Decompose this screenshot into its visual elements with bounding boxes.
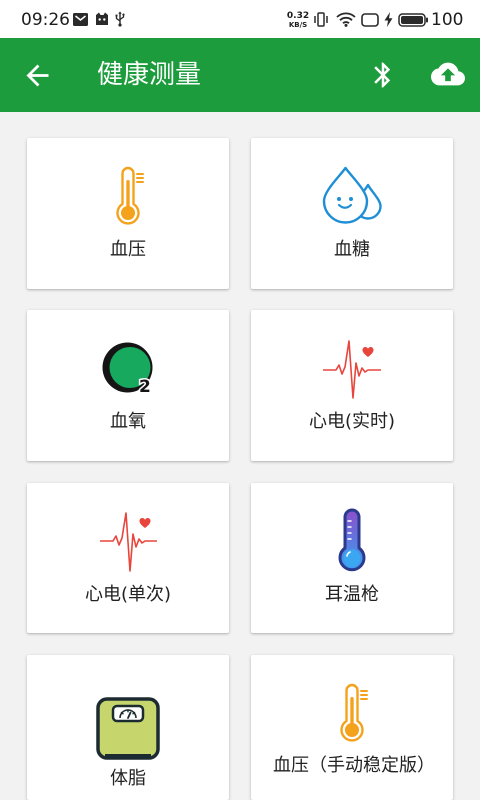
card-label: 血糖 [334,239,370,260]
cloud-upload-icon [431,62,465,86]
app-bar: 健康测量 [0,38,480,112]
network-speed-value: 0.32 [286,11,310,21]
network-speed-unit: KB/S [288,21,308,29]
page-title: 健康测量 [97,60,202,90]
card-label: 体脂 [110,768,146,789]
body-scale-icon [96,697,160,761]
card-label: 心电(实时) [308,411,396,432]
wifi-icon [336,12,356,27]
battery-icon [398,13,429,27]
measurement-card-blood-oxygen[interactable]: 2 血氧 [27,310,229,461]
card-label: 血压（手动稳定版） [273,755,435,776]
measurement-grid: 血压 血糖 2 血氧 心电(实时) 心电(单次) 耳温枪 体脂 血压（手动稳定版… [0,112,480,800]
measurement-card-ecg-realtime[interactable]: 心电(实时) [251,310,453,461]
charging-bolt-icon [384,12,393,27]
card-label: 血氧 [110,411,146,432]
measurement-card-blood-pressure-manual[interactable]: 血压（手动稳定版） [251,655,453,800]
screen-icon [361,13,379,27]
oxygen-subscript: 2 [139,377,151,397]
ecg-heart-icon [320,335,384,399]
measurement-card-ecg-single[interactable]: 心电(单次) [27,483,229,633]
battery-level: 100 [431,10,464,30]
bluetooth-button[interactable] [361,53,405,97]
bluetooth-icon [374,62,391,88]
oxygen-icon: 2 [96,335,160,399]
arrow-back-icon [26,64,48,86]
mail-icon [73,13,88,26]
thermometer-icon [320,680,384,744]
card-label-wrapper: 血压（手动稳定版） [251,755,453,777]
card-label: 血压 [110,239,146,260]
card-label: 耳温枪 [325,584,379,605]
ecg-heart-icon [96,508,160,572]
card-label: 心电(单次) [84,584,172,605]
clock: 09:26 [21,10,70,30]
measurement-card-blood-glucose[interactable]: 血糖 [251,138,453,289]
status-bar: 09:26 0.32 KB/S 100 [0,0,480,38]
back-button[interactable] [14,52,60,98]
ear-thermometer-icon [320,508,384,572]
usb-icon [115,11,125,27]
vibrate-icon [314,12,328,27]
water-drops-icon [320,163,384,227]
thermometer-icon [96,163,160,227]
measurement-card-blood-pressure[interactable]: 血压 [27,138,229,289]
cat-icon [95,12,109,26]
measurement-card-body-fat[interactable]: 体脂 [27,655,229,800]
network-speed: 0.32 KB/S [285,11,311,30]
measurement-card-ear-thermometer[interactable]: 耳温枪 [251,483,453,633]
upload-button[interactable] [425,52,471,96]
